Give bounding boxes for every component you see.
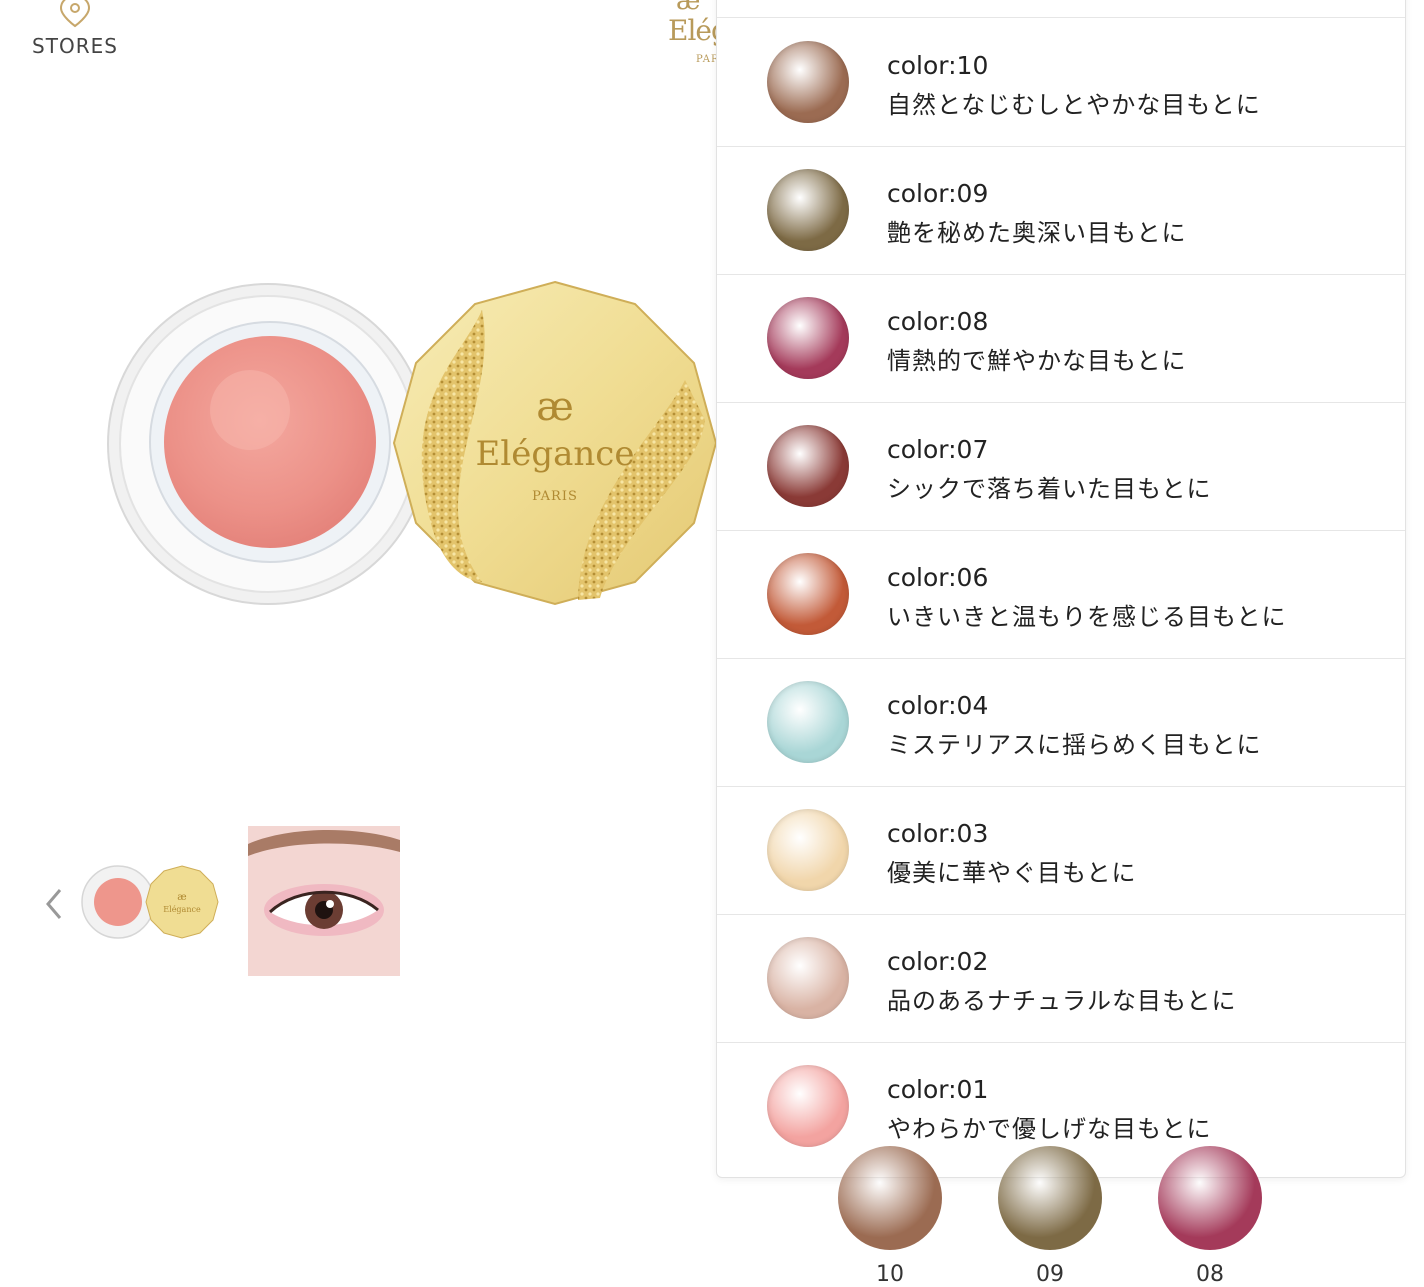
color-select-dropdown: color:10 自然となじむしとやかな目もとに color:09 艶を秘めた奥深い目… — [716, 0, 1406, 1178]
product-illustration: æ Elégance PARIS — [107, 280, 718, 606]
color-description: 品のあるナチュラルな目もとに — [887, 987, 1237, 1015]
color-code: color:09 — [887, 179, 989, 208]
color-code: color:08 — [887, 307, 989, 336]
color-option[interactable]: color:06 いきいきと温もりを感じる目もとに — [717, 531, 1405, 659]
color-code: color:04 — [887, 691, 989, 720]
color-code: color:02 — [887, 947, 989, 976]
color-swatch — [767, 41, 849, 123]
color-option[interactable]: color:04 ミステリアスに揺らめく目もとに — [717, 659, 1405, 787]
chevron-left-icon — [46, 889, 62, 919]
color-option[interactable]: color:09 艶を秘めた奥深い目もとに — [717, 147, 1405, 275]
dropdown-divider — [717, 17, 1405, 18]
location-pin-icon — [59, 0, 91, 28]
color-swatch — [767, 425, 849, 507]
bottom-swatch-label: 08 — [1196, 1262, 1224, 1287]
color-description: 情熱的で鮮やかな目もとに — [887, 347, 1187, 375]
color-description: 自然となじむしとやかな目もとに — [887, 91, 1261, 119]
color-code: color:03 — [887, 819, 989, 848]
thumbnail-prev-button[interactable] — [40, 884, 70, 924]
svg-text:Elégance: Elégance — [163, 905, 201, 914]
eye-look-thumb[interactable] — [248, 826, 400, 976]
eye-look-image — [248, 826, 400, 976]
color-option[interactable]: color:08 情熱的で鮮やかな目もとに — [717, 275, 1405, 403]
product-thumb[interactable]: æ Elégance — [80, 860, 220, 950]
color-description: ミステリアスに揺らめく目もとに — [887, 731, 1262, 759]
color-option[interactable]: color:02 品のあるナチュラルな目もとに — [717, 915, 1405, 1043]
lid-sub: PARIS — [532, 489, 578, 504]
color-description: 艶を秘めた奥深い目もとに — [887, 219, 1187, 247]
product-main-image: æ Elégance PARIS — [100, 280, 720, 610]
product-thumb-image: æ Elégance — [81, 865, 219, 939]
color-option[interactable]: color:07 シックで落ち着いた目もとに — [717, 403, 1405, 531]
color-description: いきいきと温もりを感じる目もとに — [887, 603, 1287, 631]
color-swatch — [767, 937, 849, 1019]
color-description: シックで落ち着いた目もとに — [887, 475, 1212, 503]
bottom-swatch-label: 09 — [1036, 1262, 1064, 1287]
color-swatch — [767, 681, 849, 763]
bottom-color-swatch[interactable] — [838, 1146, 942, 1250]
color-code: color:01 — [887, 1075, 989, 1104]
color-swatch — [767, 809, 849, 891]
stores-link[interactable]: STORES — [30, 0, 120, 58]
color-code: color:07 — [887, 435, 989, 464]
color-option[interactable]: color:10 自然となじむしとやかな目もとに — [717, 19, 1405, 147]
bottom-color-swatch[interactable] — [1158, 1146, 1262, 1250]
color-code: color:06 — [887, 563, 989, 592]
color-swatch — [767, 297, 849, 379]
lid-mark: æ — [536, 384, 574, 430]
color-swatch — [767, 169, 849, 251]
color-code: color:10 — [887, 51, 989, 80]
bottom-swatch-label: 10 — [876, 1262, 904, 1287]
color-option[interactable]: color:03 優美に華やぐ目もとに — [717, 787, 1405, 915]
brand-logo[interactable]: æ Elég PAR — [666, 0, 720, 70]
color-swatch — [767, 553, 849, 635]
bottom-color-swatch[interactable] — [998, 1146, 1102, 1250]
color-description: 優美に華やぐ目もとに — [887, 859, 1137, 887]
color-description: やわらかで優しげな目もとに — [887, 1115, 1212, 1143]
lid-brand: Elégance — [476, 434, 635, 474]
stores-label: STORES — [32, 34, 118, 58]
color-swatch — [767, 1065, 849, 1147]
svg-text:æ: æ — [177, 892, 186, 903]
logo-word: Elég — [668, 14, 720, 47]
